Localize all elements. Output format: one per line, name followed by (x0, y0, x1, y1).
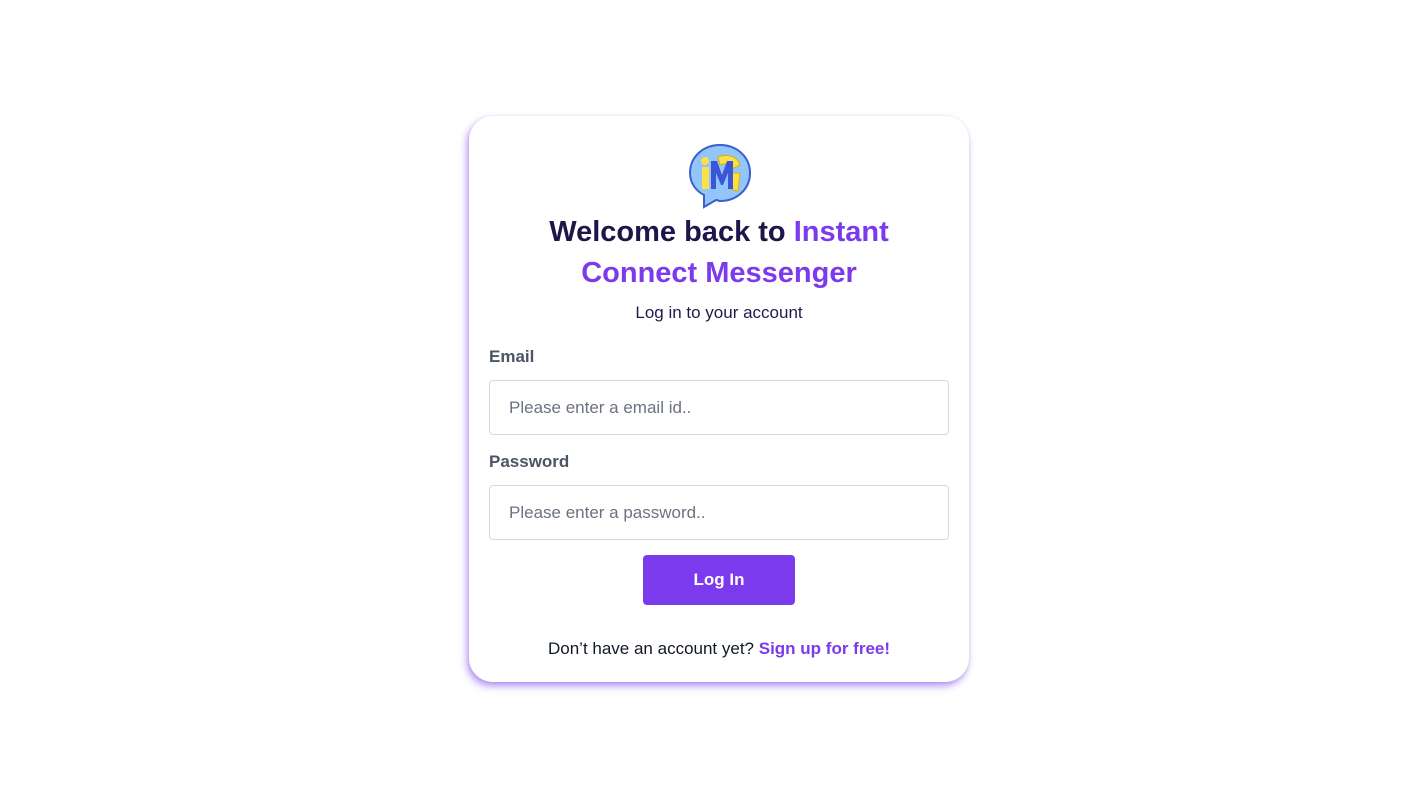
password-field[interactable] (489, 485, 949, 540)
login-button[interactable]: Log In (643, 555, 795, 605)
page-title: Welcome back to Instant Connect Messenge… (489, 212, 949, 294)
page-subtitle: Log in to your account (635, 303, 803, 322)
signup-link[interactable]: Sign up for free! (759, 639, 890, 658)
password-label: Password (489, 452, 570, 471)
signup-prompt: Don’t have an account yet? Sign up for f… (489, 639, 949, 659)
email-field[interactable] (489, 380, 949, 435)
signup-prompt-text: Don’t have an account yet? (547, 639, 759, 658)
app-logo-icon: iM (688, 143, 752, 209)
login-card: iM Welcome back to Instant Connect Messe… (469, 116, 969, 682)
logo-letters: iM (688, 143, 689, 144)
title-prefix: Welcome back to (549, 216, 794, 248)
email-label: Email (489, 347, 535, 366)
